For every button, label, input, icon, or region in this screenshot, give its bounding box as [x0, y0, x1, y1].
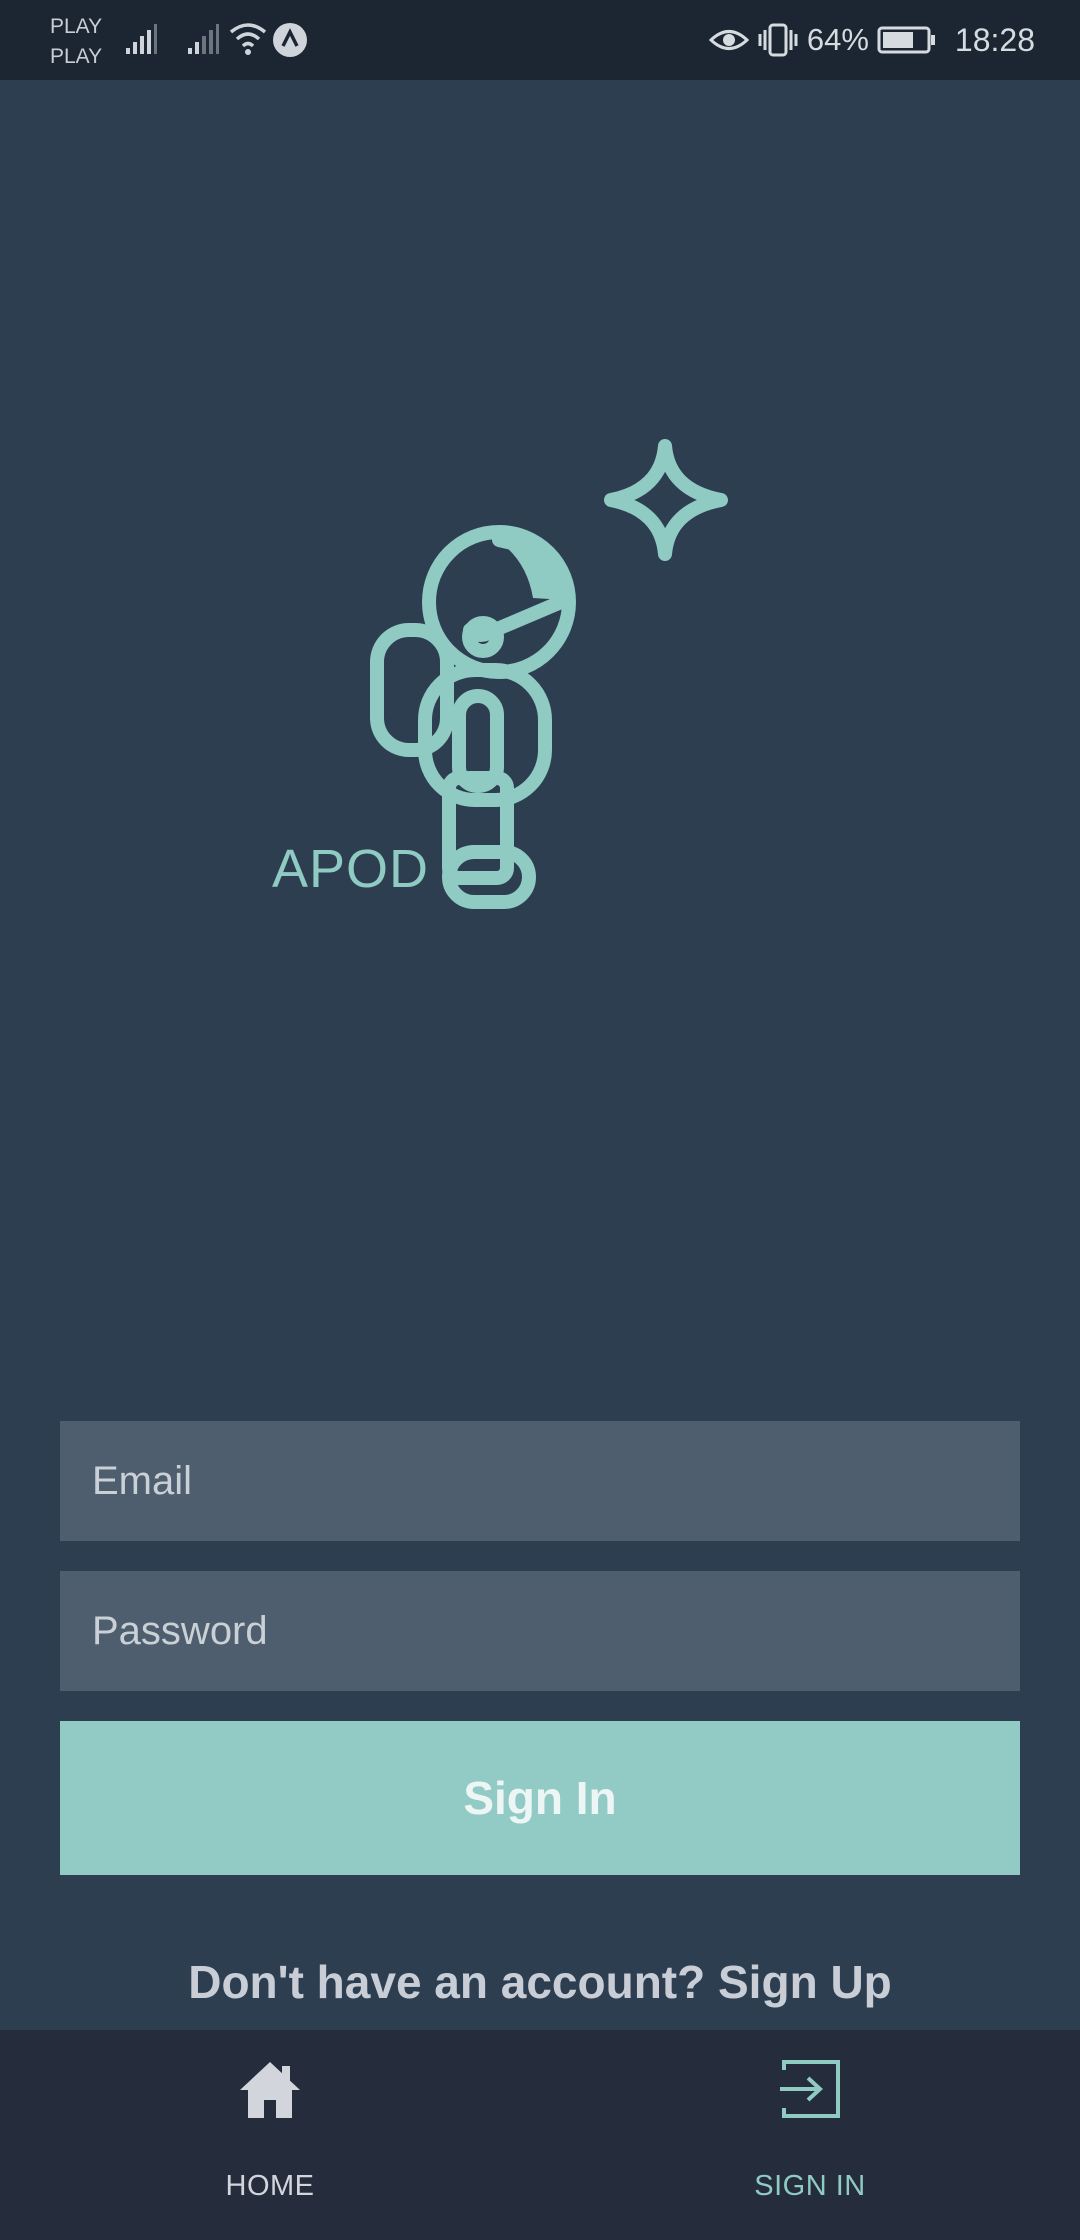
- clock: 18:28: [954, 21, 1035, 58]
- battery-percent: 64%: [806, 22, 869, 57]
- bottom-navigation: HOME SIGN IN: [0, 2030, 1080, 2240]
- eye-icon: [708, 30, 749, 50]
- app-notification-icon: [273, 23, 307, 57]
- nav-item-sign-in[interactable]: SIGN IN: [540, 2030, 1080, 2240]
- vibrate-icon: [758, 23, 798, 57]
- carrier-labels: PLAY PLAY: [50, 12, 102, 72]
- logo-text: APOD: [272, 839, 430, 899]
- signal-icon: [188, 24, 219, 54]
- nav-label-sign-in: SIGN IN: [754, 2170, 866, 2202]
- signal-icon: [126, 24, 157, 54]
- carrier-2: PLAY: [50, 45, 103, 68]
- status-right: 64% 18:28: [708, 0, 1035, 80]
- carrier-1: PLAY: [50, 15, 103, 38]
- sign-up-link[interactable]: Don't have an account? Sign Up: [0, 1955, 1080, 2009]
- home-icon: [240, 2062, 300, 2118]
- nav-item-home[interactable]: HOME: [0, 2030, 540, 2240]
- email-field[interactable]: [60, 1421, 1020, 1541]
- sign-in-icon: [780, 2060, 840, 2118]
- password-field[interactable]: [60, 1571, 1020, 1691]
- nav-label-home: HOME: [225, 2170, 315, 2202]
- email-input[interactable]: [90, 1457, 1020, 1505]
- status-bar: PLAY PLAY 64% 18:28: [0, 0, 1080, 80]
- battery-icon: [877, 26, 935, 54]
- sign-in-button[interactable]: Sign In: [60, 1721, 1020, 1875]
- password-input[interactable]: [90, 1607, 1020, 1655]
- wifi-icon: [229, 23, 267, 55]
